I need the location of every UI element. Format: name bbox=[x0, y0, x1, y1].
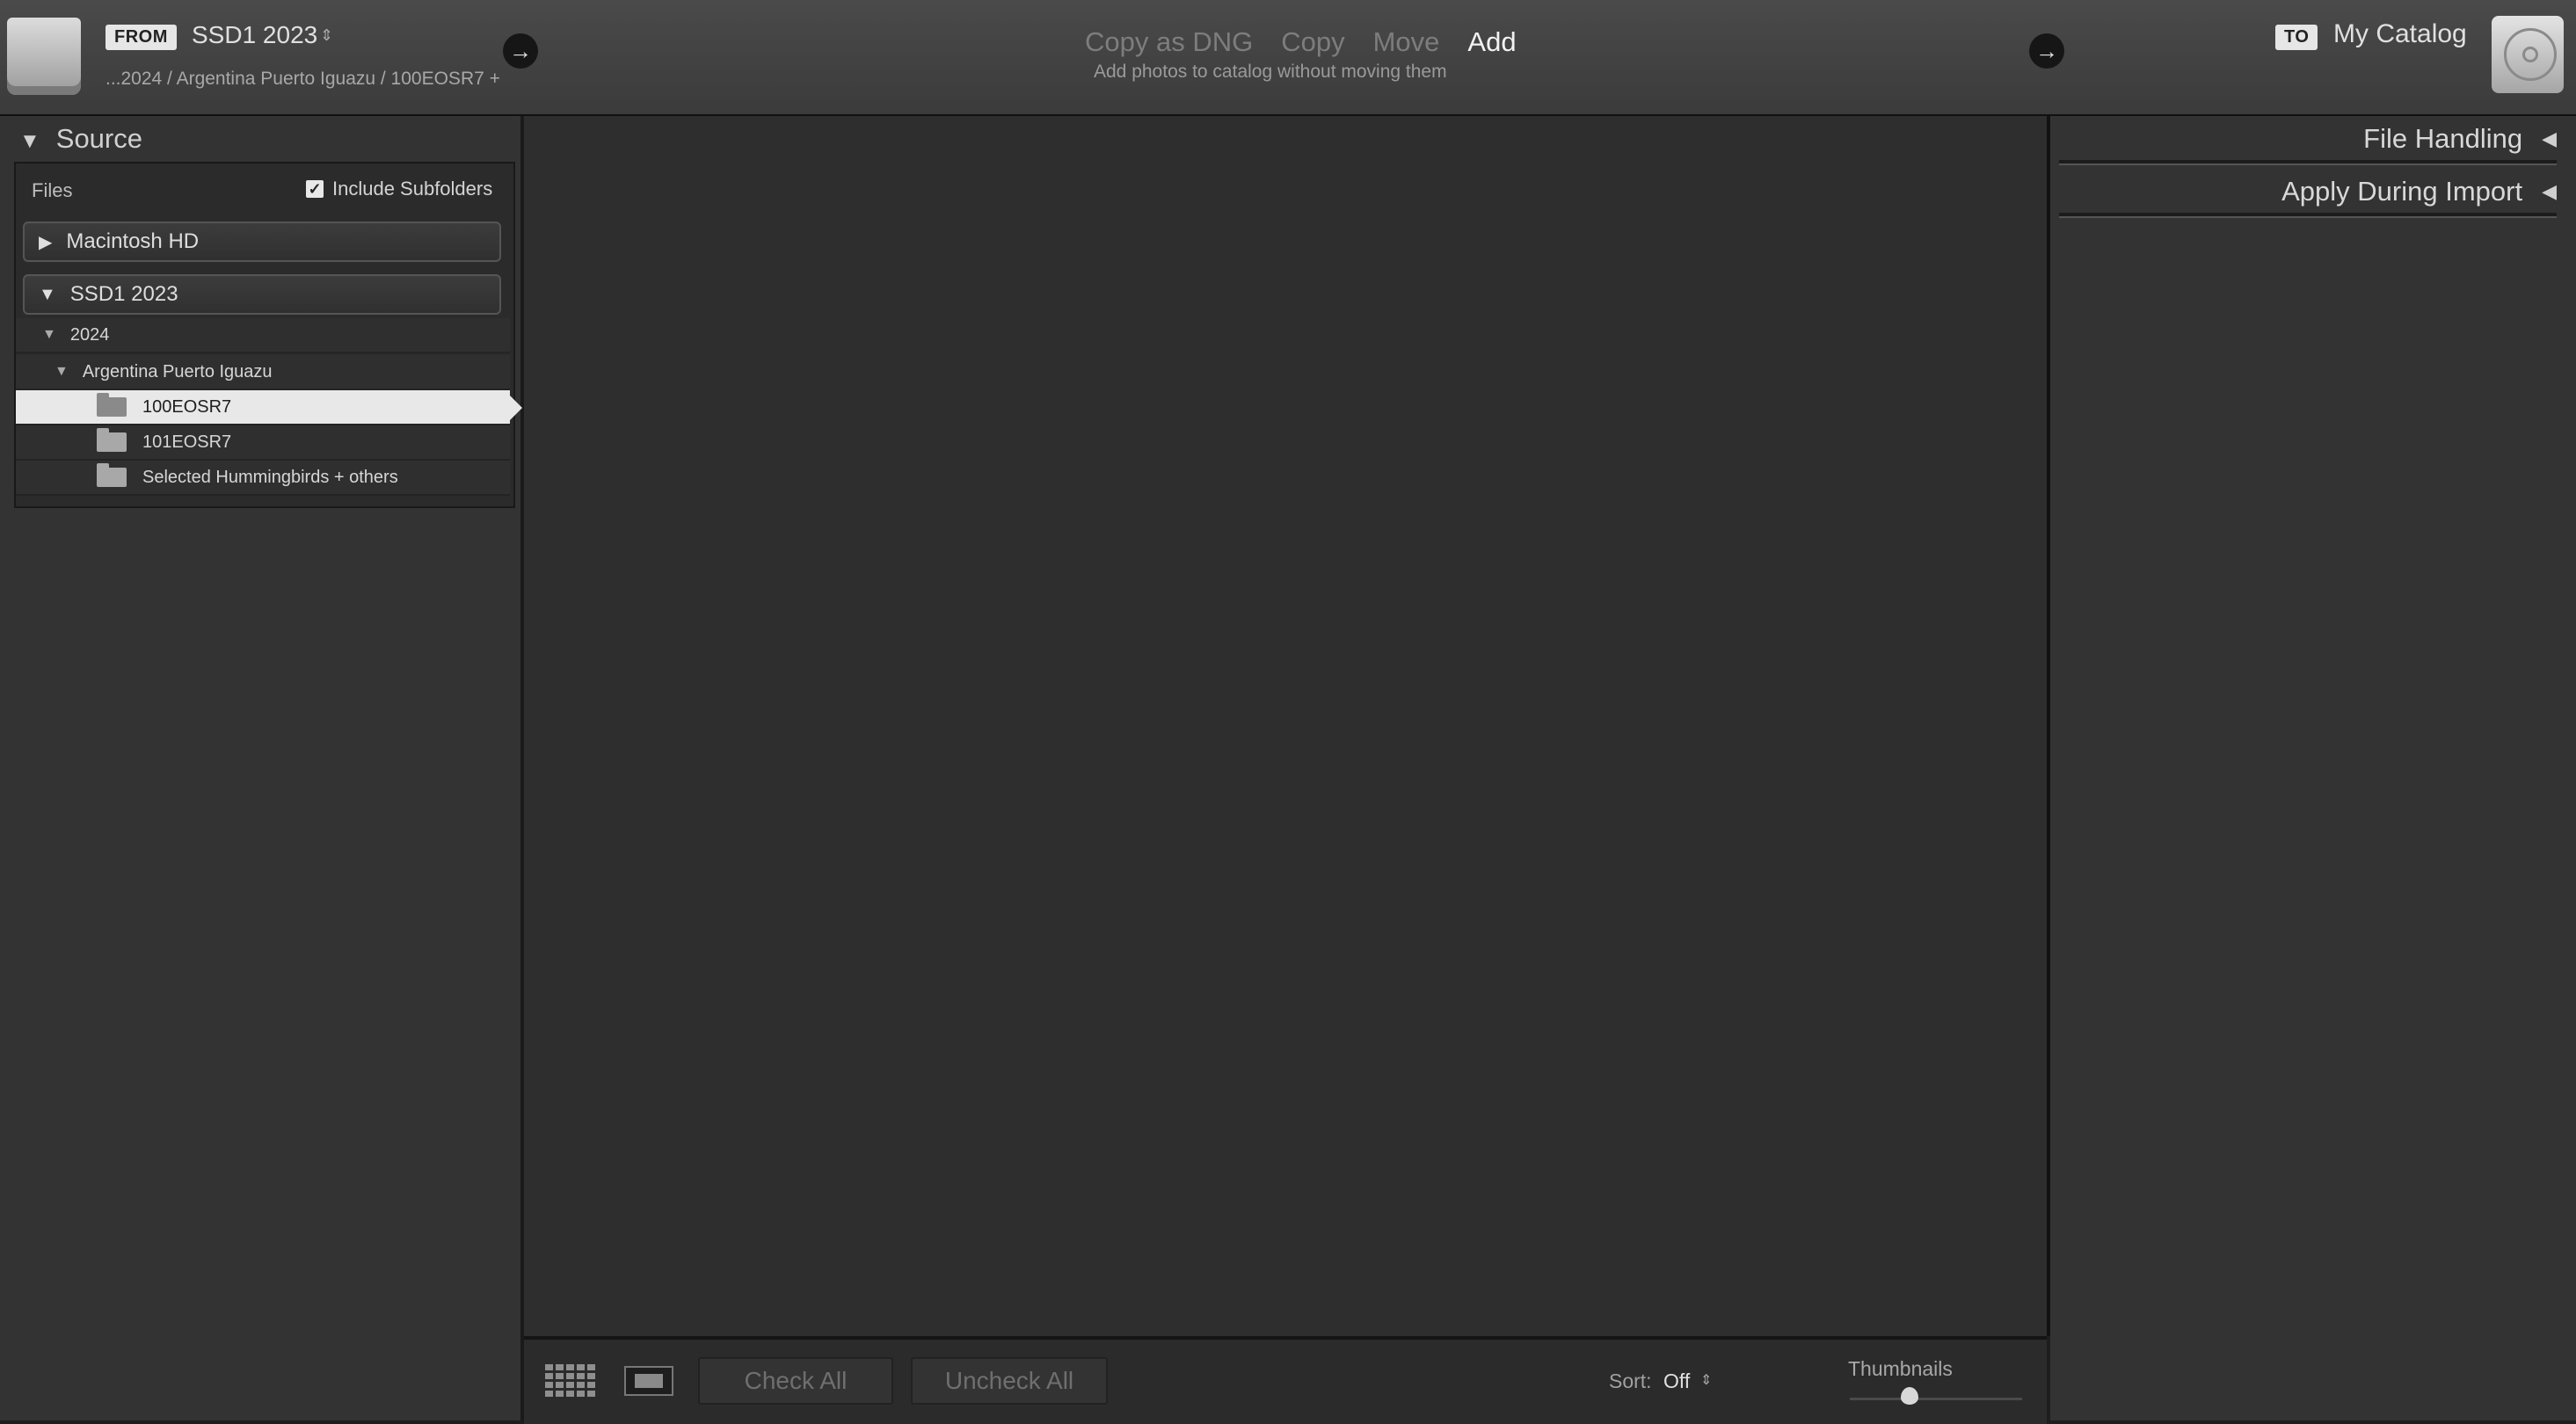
uncheck-all-button[interactable]: Uncheck All bbox=[911, 1357, 1108, 1405]
right-panel bbox=[2050, 116, 2576, 1420]
file-handling-label: File Handling bbox=[2363, 123, 2523, 154]
folder-label: 101EOSR7 bbox=[142, 432, 232, 452]
mode-move[interactable]: Move bbox=[1373, 26, 1440, 58]
panel-divider bbox=[2059, 213, 2557, 218]
source-panel-title: Source bbox=[55, 123, 142, 154]
grid-view-icon[interactable] bbox=[545, 1364, 596, 1398]
source-name[interactable]: SSD1 2023 bbox=[192, 21, 317, 49]
mode-add[interactable]: Add bbox=[1467, 26, 1516, 58]
sort-select[interactable]: Off bbox=[1663, 1370, 1690, 1393]
volume-ssd1-2023[interactable]: ▼ SSD1 2023 bbox=[23, 274, 501, 315]
folder-label: Argentina Puerto Iguazu bbox=[82, 361, 273, 381]
mode-copy-as-dng[interactable]: Copy as DNG bbox=[1085, 26, 1253, 58]
collapse-triangle-icon: ▼ bbox=[19, 129, 40, 153]
source-path: ...2024 / Argentina Puerto Iguazu / 100E… bbox=[106, 69, 500, 89]
folder-icon bbox=[97, 463, 127, 487]
folder-icon bbox=[97, 393, 127, 417]
apply-during-import-header[interactable]: Apply During Import ◀ bbox=[2059, 176, 2557, 207]
arrow-right-icon: → bbox=[503, 33, 538, 69]
folder-label: Selected Hummingbirds + others bbox=[142, 467, 398, 487]
expand-triangle-icon[interactable]: ▶ bbox=[39, 231, 52, 253]
photo-grid-area[interactable] bbox=[524, 116, 2050, 1336]
checkbox-checked-icon[interactable]: ✓ bbox=[306, 180, 324, 198]
destination-name[interactable]: My Catalog bbox=[2333, 19, 2467, 49]
import-mode-selector: Copy as DNG Copy Move Add bbox=[1085, 26, 1517, 58]
arrow-right-icon: → bbox=[2029, 33, 2064, 69]
from-badge: FROM bbox=[106, 25, 177, 50]
loupe-view-icon[interactable] bbox=[624, 1366, 673, 1396]
folder-label: 2024 bbox=[69, 324, 110, 345]
folder-icon bbox=[97, 428, 127, 452]
include-subfolders-checkbox[interactable]: ✓ Include Subfolders bbox=[306, 178, 492, 200]
folder-label: 100EOSR7 bbox=[142, 396, 232, 417]
include-subfolders-label: Include Subfolders bbox=[332, 178, 493, 200]
mode-description: Add photos to catalog without moving the… bbox=[1094, 62, 1447, 82]
folder-row-argentina[interactable]: ▼ Argentina Puerto Iguazu bbox=[16, 355, 510, 390]
expand-triangle-icon[interactable]: ◀ bbox=[2542, 127, 2557, 150]
sort-label: Sort: bbox=[1609, 1370, 1652, 1392]
source-drive-icon[interactable] bbox=[7, 18, 81, 95]
import-header bbox=[0, 0, 2576, 116]
source-dropdown-icon[interactable]: ⇕ bbox=[320, 26, 333, 45]
volume-label: Macintosh HD bbox=[66, 229, 200, 253]
mode-copy[interactable]: Copy bbox=[1281, 26, 1344, 58]
catalog-drive-icon[interactable] bbox=[2492, 16, 2564, 93]
expand-triangle-icon[interactable]: ◀ bbox=[2542, 180, 2557, 203]
files-label: Files bbox=[32, 179, 73, 201]
thumbnails-slider-handle[interactable] bbox=[1901, 1387, 1918, 1405]
source-panel-header[interactable]: ▼ Source bbox=[19, 123, 142, 155]
folder-row-selected-hummingbirds[interactable]: Selected Hummingbirds + others bbox=[16, 461, 510, 496]
to-badge: TO bbox=[2275, 25, 2318, 50]
file-handling-header[interactable]: File Handling ◀ bbox=[2059, 123, 2557, 155]
thumbnails-slider-track[interactable] bbox=[1850, 1398, 2022, 1400]
volume-label: SSD1 2023 bbox=[69, 282, 178, 306]
folder-row-2024[interactable]: ▼ 2024 bbox=[16, 318, 510, 353]
sort-dropdown-icon[interactable]: ⇕ bbox=[1700, 1371, 1712, 1389]
volume-macintosh-hd[interactable]: ▶ Macintosh HD bbox=[23, 222, 501, 262]
panel-divider bbox=[2059, 160, 2557, 165]
collapse-triangle-icon[interactable]: ▼ bbox=[39, 285, 56, 305]
apply-during-import-label: Apply During Import bbox=[2281, 176, 2523, 207]
check-all-button[interactable]: Check All bbox=[698, 1357, 893, 1405]
thumbnails-label: Thumbnails bbox=[1848, 1357, 1953, 1380]
collapse-triangle-icon[interactable]: ▼ bbox=[55, 364, 69, 380]
collapse-triangle-icon[interactable]: ▼ bbox=[42, 327, 56, 343]
folder-row-100eosr7[interactable]: 100EOSR7 bbox=[16, 390, 522, 425]
folder-row-101eosr7[interactable]: 101EOSR7 bbox=[16, 425, 510, 461]
